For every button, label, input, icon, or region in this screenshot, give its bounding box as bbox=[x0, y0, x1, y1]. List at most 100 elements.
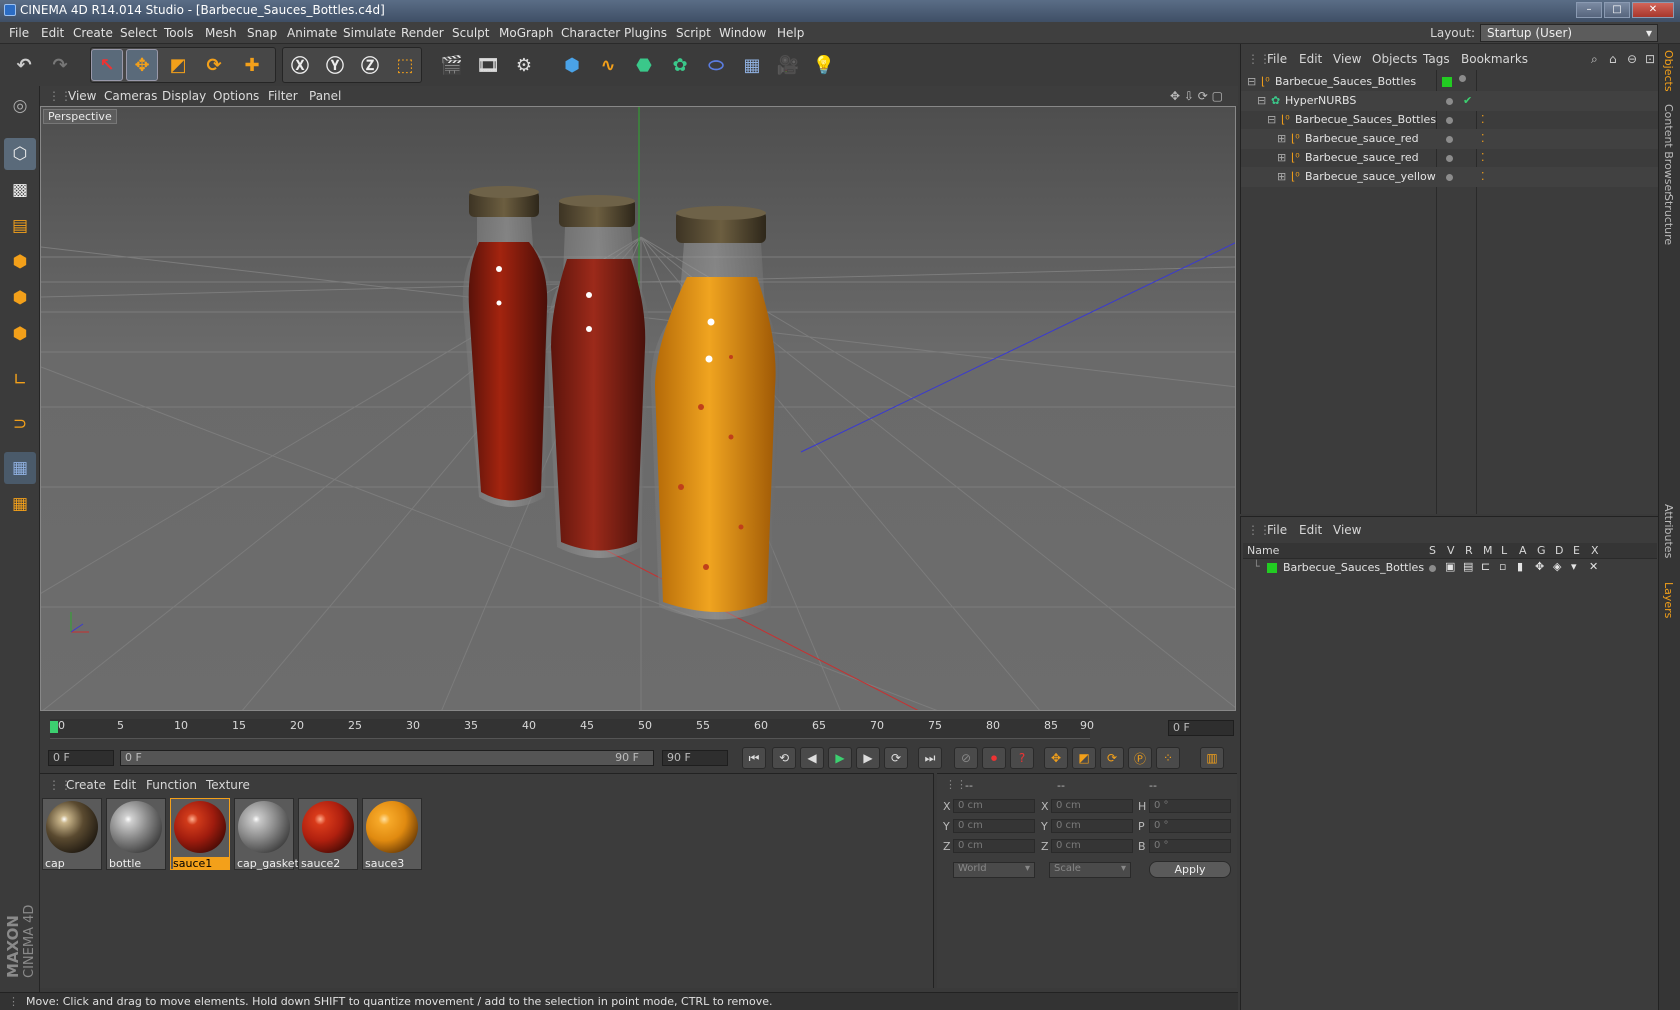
frame-range-slider[interactable]: 0 F 90 F bbox=[120, 750, 654, 766]
key-rotation-icon[interactable]: ⟳ bbox=[1100, 747, 1124, 769]
current-frame-field[interactable]: 0 F bbox=[1168, 720, 1234, 736]
expand-icon[interactable]: ⊟ bbox=[1267, 113, 1276, 126]
workplane-mode-icon[interactable]: ▤ bbox=[4, 210, 36, 242]
visibility-dot[interactable] bbox=[1446, 136, 1453, 143]
expand-icon[interactable]: ⊞ bbox=[1277, 151, 1286, 164]
layer-menu-file[interactable]: File bbox=[1267, 523, 1287, 537]
layer-color-chip[interactable] bbox=[1267, 563, 1277, 573]
expand-icon[interactable]: ⊞ bbox=[1277, 132, 1286, 145]
tab-objects[interactable]: Objects bbox=[1662, 50, 1675, 92]
prev-frame-icon[interactable]: ◀ bbox=[800, 747, 824, 769]
z-axis-icon[interactable]: Ⓩ bbox=[354, 49, 386, 81]
timeline-window-icon[interactable]: ▥ bbox=[1200, 747, 1224, 769]
object-menu-view[interactable]: View bbox=[1333, 52, 1361, 66]
menu-mograph[interactable]: MoGraph bbox=[499, 26, 554, 40]
viewport-menu-options[interactable]: Options bbox=[213, 89, 259, 103]
snap-magnet-icon[interactable]: ⊃ bbox=[4, 408, 36, 440]
coord-system-select[interactable]: World ▾ bbox=[953, 862, 1035, 878]
material-tag-icon[interactable]: ⁚ bbox=[1481, 170, 1485, 183]
layer-menu-edit[interactable]: Edit bbox=[1299, 523, 1322, 537]
object-row[interactable]: ⊞ ⌊⁰ Barbecue_sauce_red ⁚ bbox=[1241, 148, 1659, 168]
menu-file[interactable]: File bbox=[9, 26, 29, 40]
menu-edit[interactable]: Edit bbox=[41, 26, 64, 40]
tab-structure[interactable]: Structure bbox=[1662, 194, 1675, 245]
manager-toggle-icon[interactable]: ⊏ bbox=[1481, 560, 1490, 573]
workplane-lock-icon[interactable]: ▦ bbox=[4, 452, 36, 484]
lock-toggle-icon[interactable]: ▫ bbox=[1499, 560, 1506, 573]
visibility-dot[interactable] bbox=[1459, 75, 1466, 82]
apply-button[interactable]: Apply bbox=[1149, 861, 1231, 878]
add-object-icon[interactable]: ✚ bbox=[236, 49, 268, 81]
coordinate-system-icon[interactable]: ⬚ bbox=[389, 49, 421, 81]
tab-attributes[interactable]: Attributes bbox=[1662, 504, 1675, 558]
object-row[interactable]: ⊞ ⌊⁰ Barbecue_sauce_yellow ⁚ bbox=[1241, 167, 1659, 187]
autokey-icon[interactable]: ? bbox=[1010, 747, 1034, 769]
layer-row[interactable]: └ Barbecue_Sauces_Bottles ▣ ▤ ⊏ ▫ ▮ ✥ ◈ … bbox=[1241, 559, 1659, 577]
material-swatch[interactable]: cap_gasket bbox=[234, 798, 299, 870]
search-icon[interactable]: ⌕ bbox=[1591, 52, 1598, 67]
menu-plugins[interactable]: Plugins bbox=[624, 26, 667, 40]
points-mode-icon[interactable]: ⬢ bbox=[4, 246, 36, 278]
deformer-toggle-icon[interactable]: ◈ bbox=[1553, 560, 1561, 573]
move-tool-icon[interactable]: ✥ bbox=[126, 49, 158, 81]
viewport-menu-panel[interactable]: Panel bbox=[309, 89, 341, 103]
key-parameter-icon[interactable]: Ⓟ bbox=[1128, 747, 1152, 769]
visible-toggle-icon[interactable]: ▣ bbox=[1445, 560, 1455, 573]
viewport-menu-display[interactable]: Display bbox=[162, 89, 206, 103]
menu-window[interactable]: Window bbox=[719, 26, 766, 40]
position-x-field[interactable]: 0 cm bbox=[953, 799, 1035, 813]
timeline-playhead[interactable] bbox=[50, 721, 58, 733]
spline-icon[interactable]: ∿ bbox=[592, 49, 624, 81]
rotation-p-field[interactable]: 0 ° bbox=[1149, 819, 1231, 833]
goto-end-icon[interactable]: ⏭ bbox=[918, 747, 942, 769]
size-x-field[interactable]: 0 cm bbox=[1051, 799, 1133, 813]
object-row[interactable]: ⊞ ⌊⁰ Barbecue_sauce_red ⁚ bbox=[1241, 129, 1659, 149]
menu-simulate[interactable]: Simulate bbox=[343, 26, 396, 40]
expand-icon[interactable]: ⊟ bbox=[1247, 75, 1256, 88]
deformer-icon[interactable]: ⬭ bbox=[700, 49, 732, 81]
start-frame-field[interactable]: 0 F bbox=[48, 750, 114, 766]
solo-toggle[interactable] bbox=[1429, 565, 1436, 572]
expand-icon[interactable]: ⊞ bbox=[1277, 170, 1286, 183]
menu-sculpt[interactable]: Sculpt bbox=[452, 26, 489, 40]
close-button[interactable]: ✕ bbox=[1632, 2, 1674, 18]
rotate-tool-icon[interactable]: ⟳ bbox=[198, 49, 230, 81]
key-pla-icon[interactable]: ⁘ bbox=[1156, 747, 1180, 769]
object-row[interactable]: ⊟ ⌊⁰ Barbecue_Sauces_Bottles bbox=[1241, 72, 1659, 92]
viewport-menu-cameras[interactable]: Cameras bbox=[104, 89, 157, 103]
end-frame-field[interactable]: 90 F bbox=[662, 750, 728, 766]
position-y-field[interactable]: 0 cm bbox=[953, 819, 1035, 833]
rotation-b-field[interactable]: 0 ° bbox=[1149, 839, 1231, 853]
array-icon[interactable]: ✿ bbox=[664, 49, 696, 81]
object-menu-edit[interactable]: Edit bbox=[1299, 52, 1322, 66]
render-view-icon[interactable]: 🎬 bbox=[436, 49, 468, 81]
object-menu-bookmarks[interactable]: Bookmarks bbox=[1461, 52, 1528, 66]
y-axis-icon[interactable]: Ⓨ bbox=[319, 49, 351, 81]
visibility-dot[interactable] bbox=[1446, 117, 1453, 124]
visibility-dot[interactable] bbox=[1446, 174, 1453, 181]
material-tag-icon[interactable]: ⁚ bbox=[1481, 151, 1485, 164]
material-menu-create[interactable]: Create bbox=[66, 778, 106, 792]
next-frame-icon[interactable]: ▶ bbox=[856, 747, 880, 769]
floor-icon[interactable]: ▦ bbox=[736, 49, 768, 81]
animation-toggle-icon[interactable]: ▮ bbox=[1517, 560, 1523, 573]
redo-icon[interactable]: ↷ bbox=[44, 49, 76, 81]
keyframe-selection-icon[interactable]: ⊘ bbox=[954, 747, 978, 769]
material-swatch[interactable]: sauce2 bbox=[298, 798, 358, 870]
enabled-check-icon[interactable]: ✔ bbox=[1463, 94, 1472, 107]
visibility-dot[interactable] bbox=[1446, 155, 1453, 162]
nurbs-icon[interactable]: ⬣ bbox=[628, 49, 660, 81]
material-swatch-selected[interactable]: sauce1 bbox=[170, 798, 230, 870]
menu-select[interactable]: Select bbox=[120, 26, 157, 40]
new-window-icon[interactable]: ⊡ bbox=[1645, 52, 1655, 66]
material-menu-function[interactable]: Function bbox=[146, 778, 197, 792]
camera-icon[interactable]: 🎥 bbox=[772, 49, 804, 81]
object-row[interactable]: ⊟ ⌊⁰ Barbecue_Sauces_Bottles ⁚ bbox=[1241, 110, 1659, 130]
position-z-field[interactable]: 0 cm bbox=[953, 839, 1035, 853]
object-menu-objects[interactable]: Objects bbox=[1372, 52, 1417, 66]
expand-icon[interactable]: ⊟ bbox=[1257, 94, 1266, 107]
edges-mode-icon[interactable]: ⬢ bbox=[4, 282, 36, 314]
material-swatch[interactable]: sauce3 bbox=[362, 798, 422, 870]
cube-icon[interactable]: ⬢ bbox=[556, 49, 588, 81]
record-icon[interactable]: ⏺ bbox=[982, 747, 1006, 769]
